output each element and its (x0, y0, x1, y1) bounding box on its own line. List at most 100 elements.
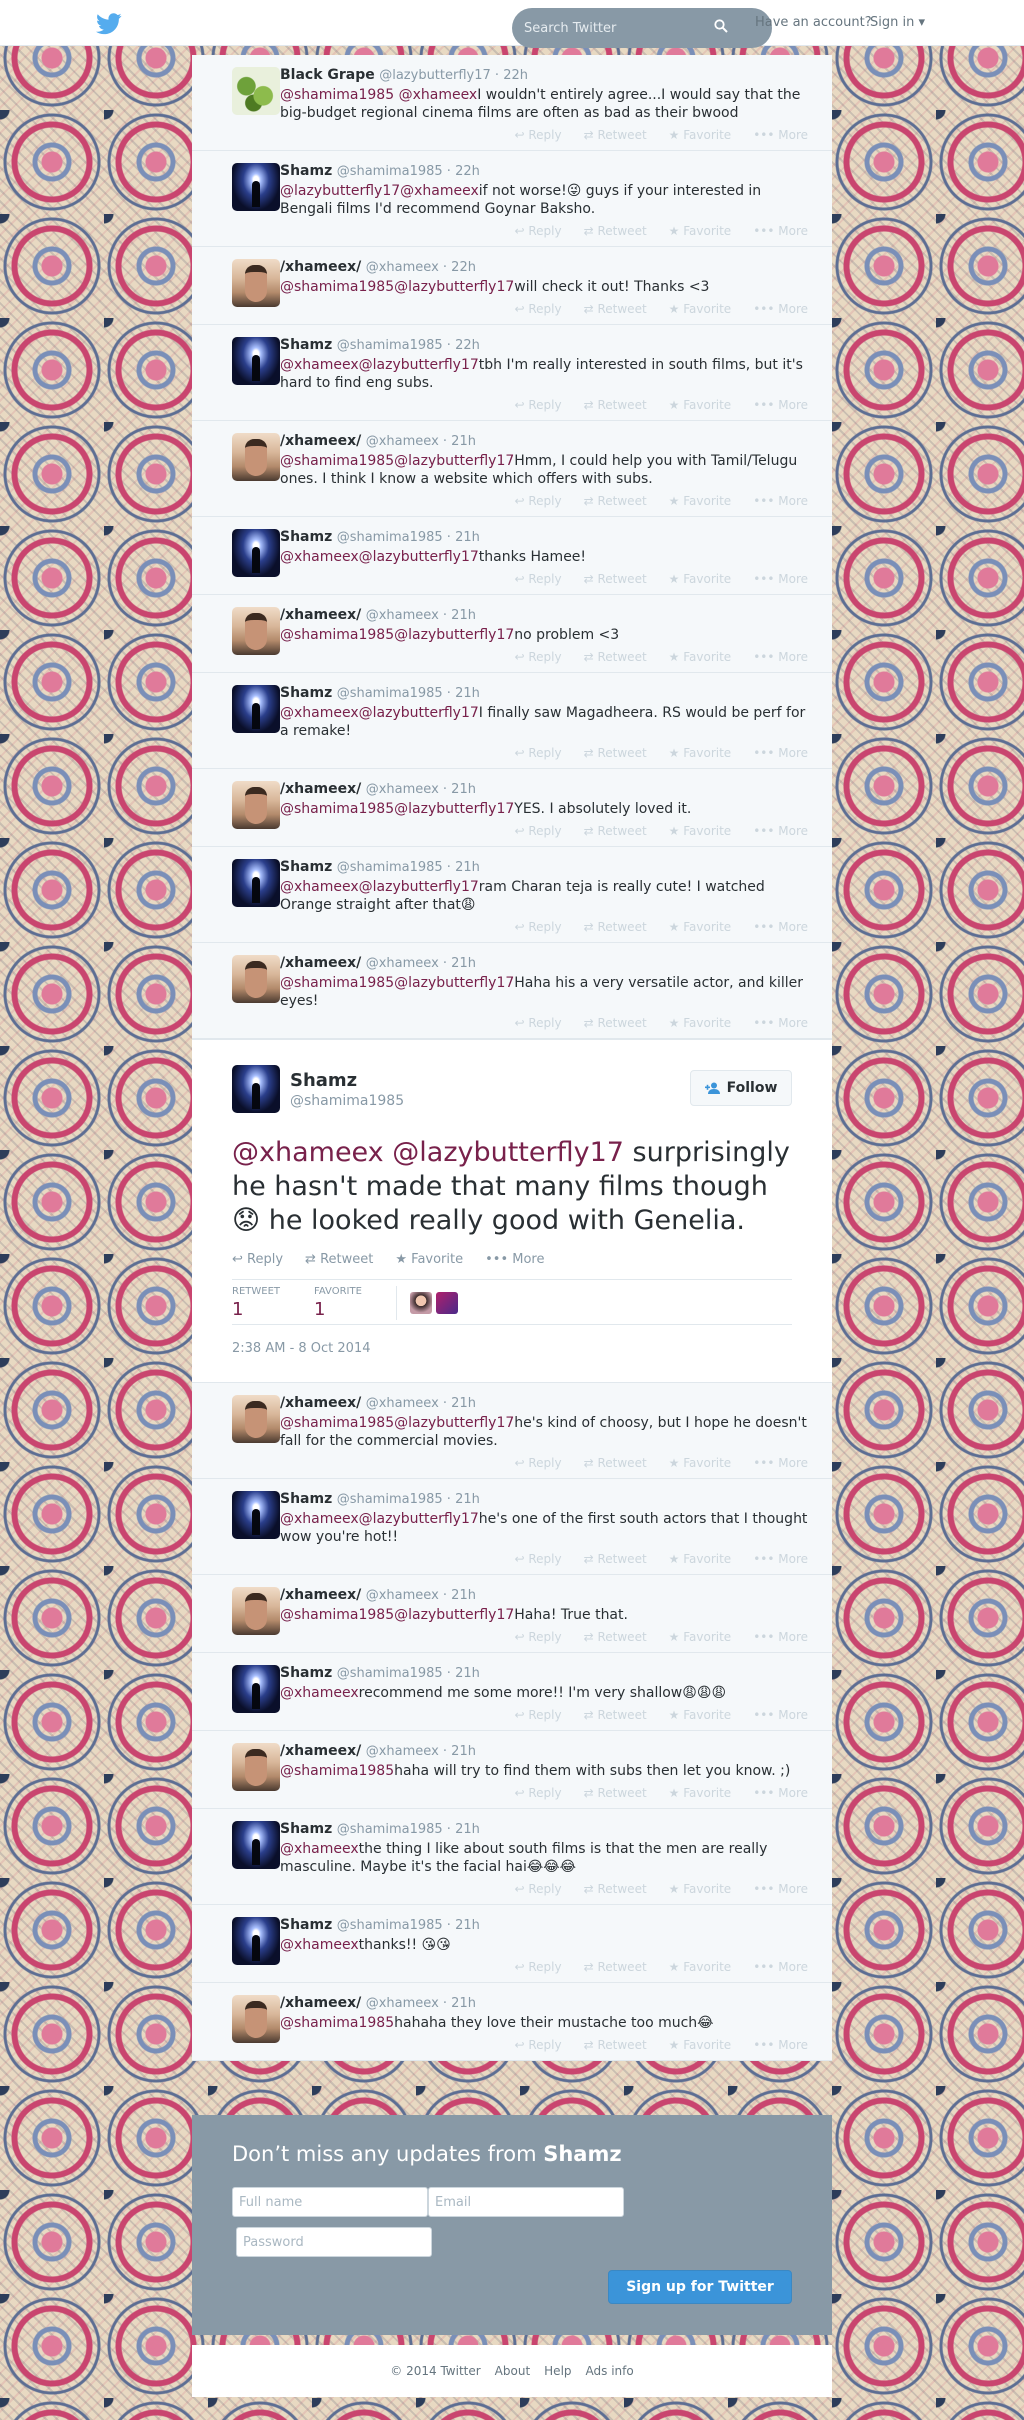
twitter-bird-icon[interactable] (96, 13, 122, 35)
mention-link[interactable]: @xhameex (280, 1841, 359, 1857)
tweet-time[interactable]: 21h (455, 1666, 480, 1681)
avatar[interactable] (232, 781, 280, 829)
reply-button[interactable]: ↩ Reply (515, 1630, 562, 1644)
more-button[interactable]: ••• More (753, 494, 808, 508)
avatar[interactable] (232, 1917, 280, 1965)
mention-link[interactable]: @lazybutterfly17 (359, 705, 479, 721)
mention-link[interactable]: @shamima1985 (280, 1607, 394, 1623)
tweet-date[interactable]: 2:38 AM - 8 Oct 2014 (232, 1341, 792, 1356)
tweet[interactable]: Shamz @shamima1985 · 21h @xhameexthanks!!… (192, 1905, 832, 1983)
search-input[interactable] (524, 17, 714, 39)
mention-link[interactable]: @lazybutterfly17 (392, 1137, 624, 1168)
author-handle[interactable]: @shamima1985 (337, 1918, 443, 1933)
avatar[interactable] (436, 1292, 458, 1314)
focused-author-name[interactable]: Shamz (290, 1070, 357, 1091)
tweet[interactable]: /xhameex/ @xhameex · 21h @shamima1985@laz… (192, 1383, 832, 1479)
search-icon[interactable] (714, 19, 728, 33)
retweet-button[interactable]: ⇄ Retweet (584, 224, 647, 238)
tweet-time[interactable]: 21h (451, 782, 476, 797)
more-button[interactable]: ••• More (753, 1786, 808, 1800)
author-name[interactable]: /xhameex/ (280, 781, 361, 797)
retweet-button[interactable]: ⇄ Retweet (584, 824, 647, 838)
more-button[interactable]: ••• More (753, 128, 808, 142)
avatar[interactable] (232, 1995, 280, 2043)
mention-link[interactable]: @shamima1985 (280, 801, 394, 817)
retweet-button[interactable]: ⇄ Retweet (584, 1016, 647, 1030)
reply-button[interactable]: ↩ Reply (515, 302, 562, 316)
more-button[interactable]: ••• More (753, 398, 808, 412)
more-button[interactable]: ••• More (753, 920, 808, 934)
avatar[interactable] (232, 607, 280, 655)
tweet[interactable]: /xhameex/ @xhameex · 21h @shamima1985@laz… (192, 595, 832, 673)
mention-link[interactable]: @xhameex (280, 1685, 359, 1701)
author-handle[interactable]: @xhameex (366, 260, 439, 275)
password-field[interactable] (236, 2227, 432, 2257)
footer-link-about[interactable]: About (495, 2364, 530, 2378)
tweet[interactable]: Shamz @shamima1985 · 21h @xhameex@lazybut… (192, 673, 832, 769)
reply-button[interactable]: ↩ Reply (515, 1552, 562, 1566)
mention-link[interactable]: @lazybutterfly17 (280, 183, 400, 199)
tweet[interactable]: Shamz @shamima1985 · 21h @xhameexrecommen… (192, 1653, 832, 1731)
avatar[interactable] (232, 163, 280, 211)
retweet-button[interactable]: ⇄ Retweet (584, 2038, 647, 2052)
author-handle[interactable]: @xhameex (366, 956, 439, 971)
reply-button[interactable]: ↩ Reply (515, 1456, 562, 1470)
more-button[interactable]: ••• More (753, 224, 808, 238)
more-button[interactable]: ••• More (753, 1016, 808, 1030)
tweet-time[interactable]: 21h (455, 1918, 480, 1933)
avatar[interactable] (232, 1065, 280, 1113)
tweet-time[interactable]: 21h (451, 1396, 476, 1411)
author-name[interactable]: Shamz (280, 163, 332, 179)
more-button[interactable]: ••• More (753, 1456, 808, 1470)
author-handle[interactable]: @xhameex (366, 1588, 439, 1603)
author-handle[interactable]: @shamima1985 (337, 164, 443, 179)
author-name[interactable]: /xhameex/ (280, 1587, 361, 1603)
favorite-button[interactable]: ★ Favorite (669, 1786, 732, 1800)
author-name[interactable]: /xhameex/ (280, 1395, 361, 1411)
mention-link[interactable]: @lazybutterfly17 (359, 1511, 479, 1527)
more-button[interactable]: ••• More (753, 746, 808, 760)
reply-button[interactable]: ↩ Reply (515, 1786, 562, 1800)
email-field[interactable] (428, 2187, 624, 2217)
author-handle[interactable]: @shamima1985 (337, 1666, 443, 1681)
reply-button[interactable]: ↩ Reply (515, 824, 562, 838)
favorite-button[interactable]: ★ Favorite (669, 1882, 732, 1896)
tweet[interactable]: Shamz @shamima1985 · 21h @xhameexthe thin… (192, 1809, 832, 1905)
footer-link-help[interactable]: Help (544, 2364, 571, 2378)
tweet[interactable]: Shamz @shamima1985 · 22h @xhameex@lazybut… (192, 325, 832, 421)
favorite-button[interactable]: ★ Favorite (669, 920, 732, 934)
mention-link[interactable]: @xhameex (232, 1137, 384, 1168)
reply-button[interactable]: ↩ Reply (515, 572, 562, 586)
retweet-button[interactable]: ⇄ Retweet (584, 494, 647, 508)
mention-link[interactable]: @lazybutterfly17 (359, 879, 479, 895)
more-button[interactable]: ••• More (753, 1708, 808, 1722)
fullname-field[interactable] (232, 2187, 428, 2217)
author-name[interactable]: Black Grape (280, 67, 375, 83)
tweet-time[interactable]: 22h (503, 68, 528, 83)
reply-button[interactable]: ↩ Reply (515, 224, 562, 238)
retweet-button[interactable]: ⇄ Retweet (584, 1882, 647, 1896)
mention-link[interactable]: @xhameex (280, 1511, 359, 1527)
retweet-stat[interactable]: RETWEET 1 (232, 1286, 280, 1320)
reply-button[interactable]: ↩ Reply (515, 1882, 562, 1896)
reply-button[interactable]: ↩ Reply (515, 494, 562, 508)
favorite-button[interactable]: ★ Favorite (669, 128, 732, 142)
favorite-button[interactable]: ★ Favorite (669, 1960, 732, 1974)
mention-link[interactable]: @shamima1985 (280, 453, 394, 469)
mention-link[interactable]: @lazybutterfly17 (394, 1415, 514, 1431)
author-handle[interactable]: @xhameex (366, 1744, 439, 1759)
favorite-button[interactable]: ★ Favorite (669, 1630, 732, 1644)
tweet[interactable]: /xhameex/ @xhameex · 22h @shamima1985@laz… (192, 247, 832, 325)
avatar[interactable] (232, 1665, 280, 1713)
tweet[interactable]: /xhameex/ @xhameex · 21h @shamima1985@laz… (192, 943, 832, 1039)
avatar[interactable] (232, 955, 280, 1003)
avatar[interactable] (232, 1491, 280, 1539)
favorite-stat[interactable]: FAVORITE 1 (314, 1286, 362, 1320)
tweet[interactable]: Shamz @shamima1985 · 21h @xhameex@lazybut… (192, 847, 832, 943)
mention-link[interactable]: @shamima1985 (280, 1763, 394, 1779)
avatar[interactable] (232, 67, 280, 115)
tweet-time[interactable]: 21h (455, 686, 480, 701)
reply-button[interactable]: ↩ Reply (515, 1960, 562, 1974)
favorite-button[interactable]: ★ Favorite (669, 572, 732, 586)
author-name[interactable]: Shamz (280, 337, 332, 353)
